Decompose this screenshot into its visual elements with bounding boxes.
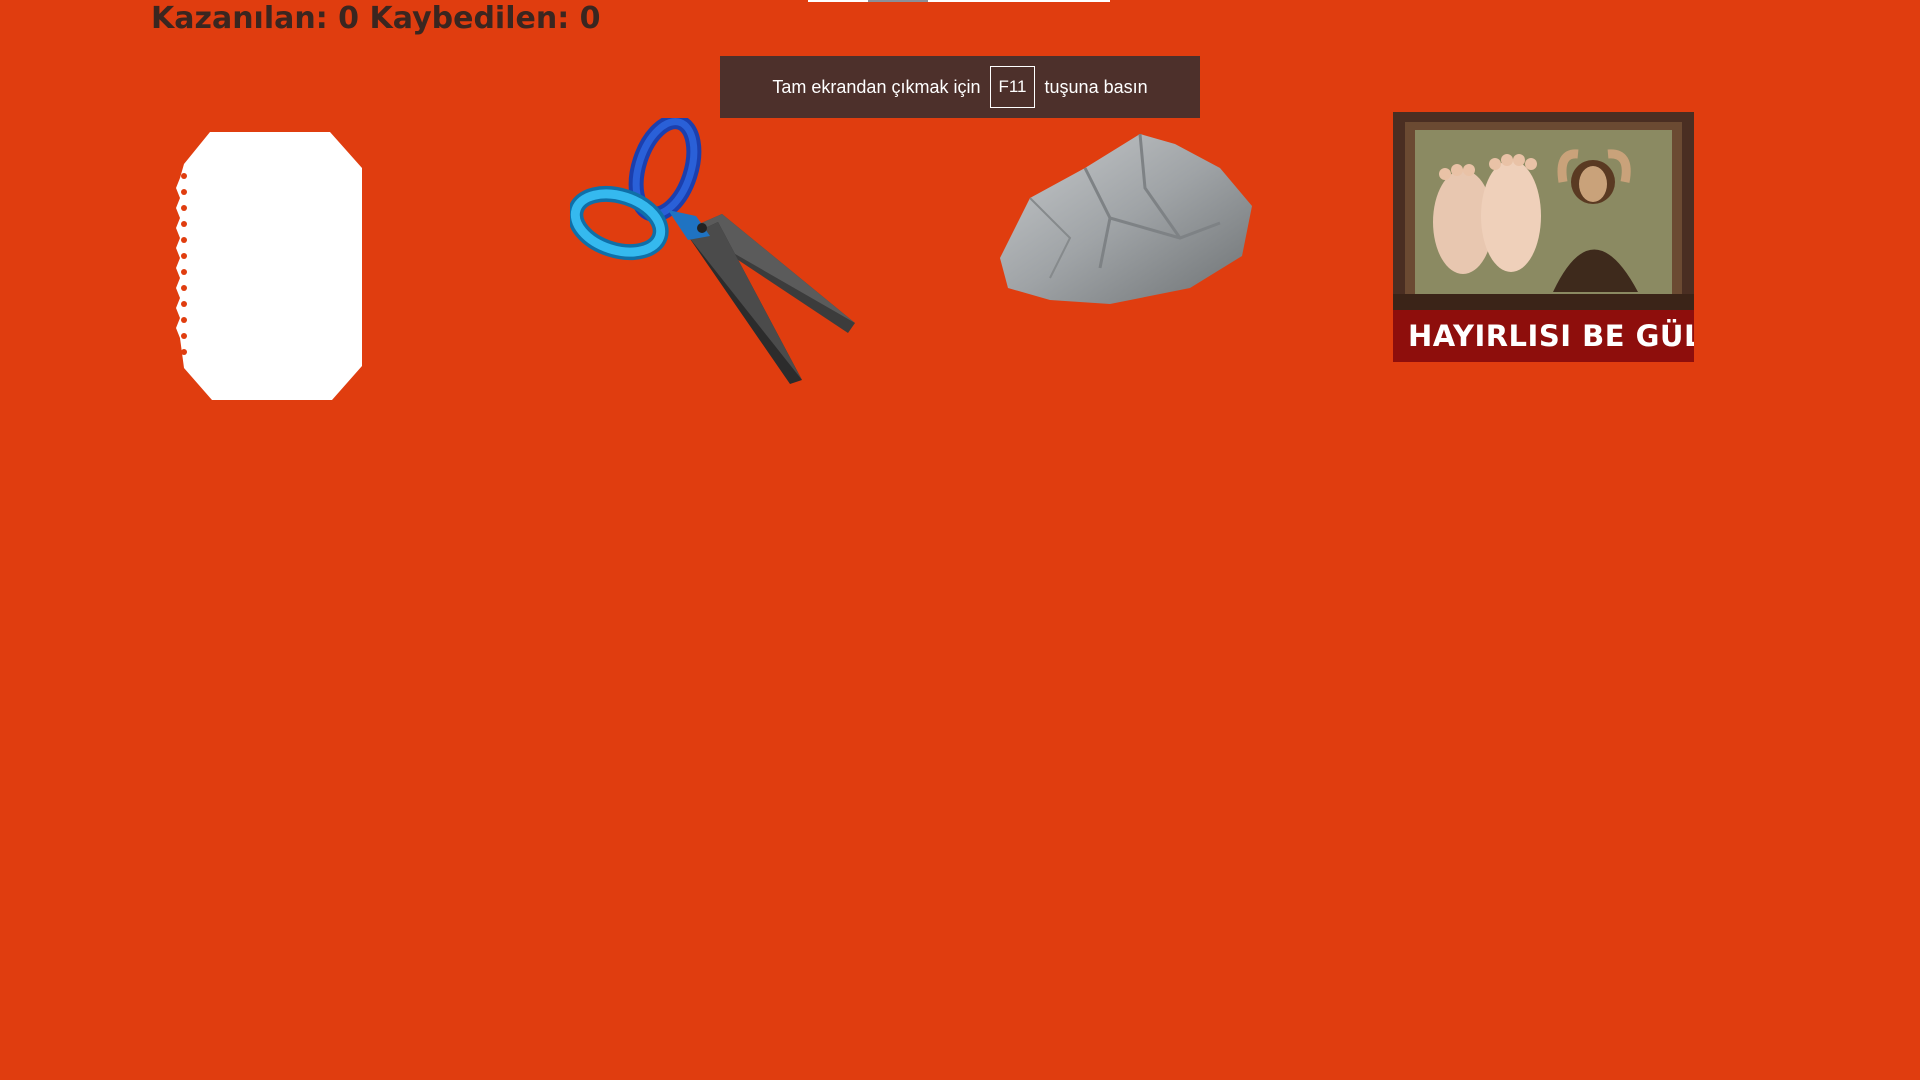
top-strip-segment: [868, 0, 928, 2]
rock-choice-button[interactable]: [990, 128, 1265, 308]
fullscreen-exit-banner: Tam ekrandan çıkmak için F11 tuşuna bası…: [720, 56, 1200, 118]
banner-suffix: tuşuna basın: [1044, 76, 1148, 97]
result-image-card: HAYIRLISI BE GÜLÜM: [1393, 112, 1694, 362]
score-display: Kazanılan: 0 Kaybedilen: 0: [151, 0, 601, 38]
paper-choice-button[interactable]: [170, 128, 370, 403]
f11-key-badge: F11: [990, 66, 1035, 108]
banner-prefix: Tam ekrandan çıkmak için: [772, 76, 981, 97]
paper-icon: [176, 132, 362, 400]
scissors-choice-button[interactable]: [567, 114, 860, 388]
top-progress-strip: [808, 0, 1110, 2]
lost-value: 0: [579, 1, 601, 36]
result-caption: HAYIRLISI BE GÜLÜM: [1393, 310, 1694, 362]
scissors-icon: [567, 114, 855, 384]
rock-icon: [1000, 133, 1252, 304]
won-label: Kazanılan:: [151, 1, 328, 36]
won-value: 0: [338, 1, 360, 36]
lost-label: Kaybedilen:: [369, 1, 570, 36]
